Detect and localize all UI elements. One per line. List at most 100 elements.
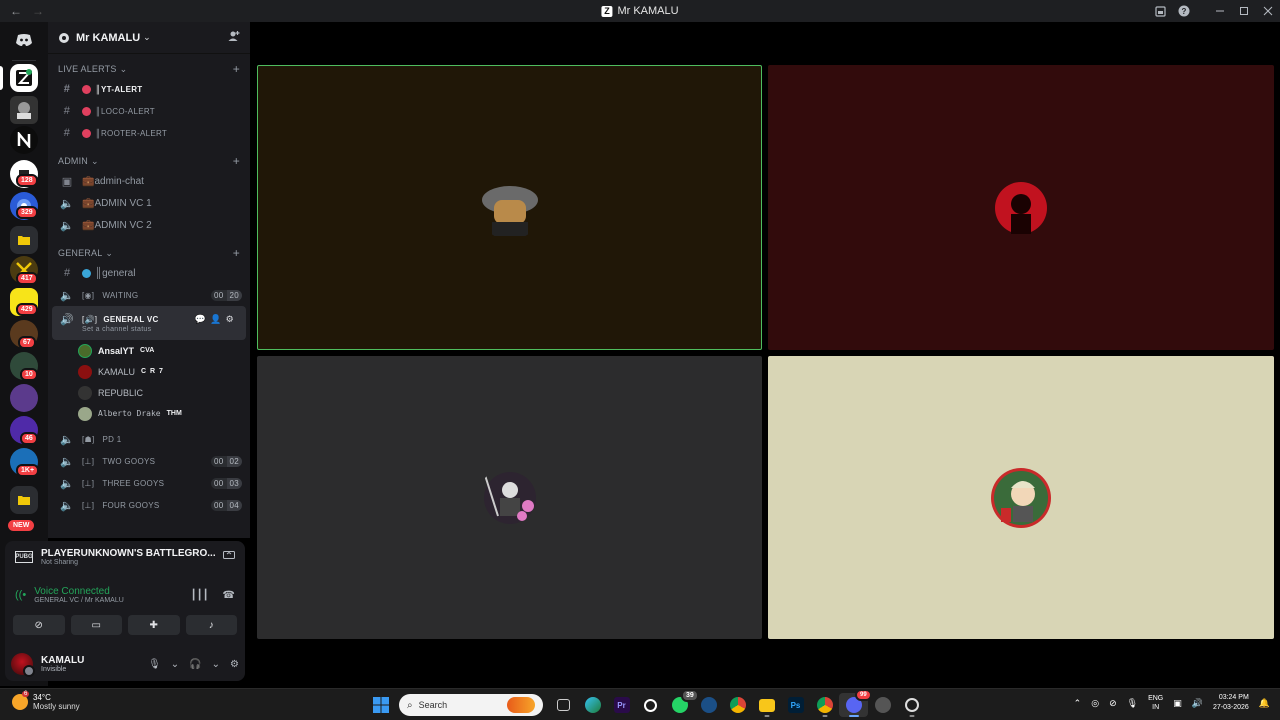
channel-three-gooys[interactable]: 🔈 [⊥] THREE GOOYS 00 03 — [48, 472, 250, 494]
server-header[interactable]: Mr KAMALU ⌄ — [48, 22, 250, 54]
steam-icon[interactable] — [694, 693, 723, 717]
voice-location[interactable]: GENERAL VC / Mr KAMALU — [34, 597, 124, 604]
discord-taskbar-icon[interactable]: 99 — [839, 689, 872, 717]
activities-button[interactable]: ✚ — [128, 615, 180, 635]
channel-general[interactable]: # ║general — [48, 262, 250, 284]
clock-time: 03:24 PM — [1218, 694, 1249, 701]
screen-share-button[interactable]: ▭ — [70, 615, 122, 635]
channel-waiting[interactable]: 🔈 [◉] WAITING 00 20 — [48, 284, 250, 306]
server-10-icon[interactable] — [10, 384, 38, 412]
window-title-text: Mr KAMALU — [617, 5, 679, 17]
chevron-down-icon[interactable]: ⌄ — [212, 659, 220, 670]
chevron-down-icon[interactable]: ⌄ — [171, 659, 179, 670]
game-activity: PUBG PLAYERUNKNOWN'S BATTLEGRO... Not Sh… — [5, 541, 245, 573]
user-limit-counts: 00 20 — [211, 289, 242, 301]
minimize-icon[interactable] — [1208, 0, 1232, 22]
add-member-icon[interactable] — [228, 30, 240, 45]
channel-loco-alert[interactable]: # ║LOCO-ALERT — [48, 100, 250, 122]
volume-icon[interactable]: 🔊 — [1192, 698, 1203, 709]
noise-suppression-icon[interactable]: ┃┃┃ — [190, 590, 208, 601]
photoshop-icon[interactable]: Ps — [781, 693, 810, 717]
edge-icon[interactable] — [578, 693, 607, 717]
channel-admin-chat[interactable]: ▣ 💼admin-chat — [48, 170, 250, 192]
add-channel-icon[interactable]: + — [233, 246, 240, 260]
tray-app-icon[interactable]: ◎ — [1091, 698, 1099, 709]
app-crosshair-icon[interactable] — [636, 693, 665, 717]
stream-game-icon[interactable] — [223, 550, 235, 564]
taskbar-search[interactable]: ⌕ Search — [399, 694, 543, 716]
voice-user-kamalu[interactable]: KAMALU C R 7 — [48, 361, 250, 382]
microphone-tray-icon[interactable]: 🎙 — [1127, 698, 1138, 709]
voice-channel-icon: 🔈 — [60, 455, 74, 468]
channel-admin-vc1[interactable]: 🔈 💼ADMIN VC 1 — [48, 192, 250, 214]
user-limit-counts: 00 04 — [211, 499, 242, 511]
channel-status[interactable]: Set a channel status — [82, 326, 151, 333]
channel-yt-alert[interactable]: # ║YT-ALERT — [48, 78, 250, 100]
gear-icon[interactable]: ⚙ — [226, 314, 234, 325]
discord-home-icon[interactable] — [10, 26, 38, 54]
app-record-icon[interactable] — [897, 693, 926, 717]
channel-general-vc[interactable]: 🔊 [🔊] GENERAL VC 💬 👤 ⚙ Set a channel sta… — [52, 306, 246, 340]
category-live-alerts[interactable]: LIVE ALERTS ⌄ + — [48, 60, 250, 78]
server-2-icon[interactable] — [10, 96, 38, 124]
voice-user-republic[interactable]: REPUBLIC — [48, 382, 250, 403]
game-helmet-icon[interactable] — [868, 693, 897, 717]
soundboard-button[interactable]: ♪ — [185, 615, 237, 635]
premiere-pro-icon[interactable]: Pr — [607, 693, 636, 717]
network-off-icon[interactable]: ⊘ — [1109, 698, 1117, 709]
chat-bubble-icon[interactable]: 💬 — [195, 314, 207, 325]
clock[interactable]: 03:24 PM 27-03-2026 — [1213, 693, 1249, 713]
weather-widget[interactable]: 6 34°C Mostly sunny — [12, 691, 80, 711]
forward-arrow-icon[interactable]: → — [32, 4, 44, 18]
add-channel-icon[interactable]: + — [233, 154, 240, 168]
channel-two-gooys[interactable]: 🔈 [⊥] TWO GOOYS 00 02 — [48, 450, 250, 472]
server-3-icon[interactable] — [10, 126, 38, 154]
chrome-profile-icon[interactable] — [810, 693, 839, 717]
red-dot-icon — [82, 128, 91, 138]
video-tile-3[interactable] — [257, 356, 762, 639]
network-icon[interactable]: ▣ — [1173, 698, 1182, 709]
windows-start-icon[interactable] — [366, 693, 395, 717]
channel-admin-vc2[interactable]: 🔈 💼ADMIN VC 2 — [48, 214, 250, 236]
category-general[interactable]: GENERAL ⌄ + — [48, 244, 250, 262]
file-explorer-icon[interactable] — [752, 693, 781, 717]
channel-four-gooys[interactable]: 🔈 [⊥] FOUR GOOYS 00 04 — [48, 494, 250, 516]
category-admin[interactable]: ADMIN ⌄ + — [48, 152, 250, 170]
language-indicator[interactable]: ENG IN — [1148, 694, 1163, 712]
gear-icon[interactable]: ⚙ — [230, 659, 239, 670]
channel-rooter-alert[interactable]: # ║ROOTER-ALERT — [48, 122, 250, 144]
voice-user-ansalyt[interactable]: AnsalYT CVA — [48, 340, 250, 361]
back-arrow-icon[interactable]: ← — [10, 4, 22, 18]
server-active-icon[interactable] — [10, 64, 38, 92]
add-channel-icon[interactable]: + — [233, 62, 240, 76]
task-view-icon[interactable] — [549, 693, 578, 717]
inbox-icon[interactable] — [1148, 0, 1172, 22]
voice-user-alberto[interactable]: Alberto Drake THM — [48, 403, 250, 424]
video-tile-2[interactable] — [768, 65, 1274, 350]
running-indicator — [764, 715, 769, 717]
notification-icon[interactable]: 🔔 — [1259, 698, 1270, 709]
camera-off-button[interactable]: ⊘ — [13, 615, 65, 635]
chevron-up-icon[interactable]: ⌃ — [1074, 698, 1082, 709]
close-icon[interactable] — [1256, 0, 1280, 22]
whatsapp-icon[interactable]: 39 — [665, 689, 699, 717]
account-name[interactable]: KAMALU — [41, 655, 84, 666]
maximize-icon[interactable] — [1232, 0, 1256, 22]
user-tag: C R 7 — [141, 368, 164, 375]
microphone-icon[interactable]: 🎙 — [148, 659, 161, 670]
signal-icon[interactable]: ((• — [15, 589, 26, 601]
channel-label: PD 1 — [102, 434, 122, 444]
voice-status[interactable]: Voice Connected — [34, 586, 124, 597]
chrome-icon[interactable] — [723, 693, 752, 717]
disconnect-icon[interactable]: ☎ — [223, 590, 235, 601]
folder-1-icon[interactable] — [10, 226, 38, 254]
avatar[interactable] — [11, 653, 35, 677]
folder-2-icon[interactable] — [10, 486, 38, 514]
headphones-icon[interactable]: 🎧 — [189, 659, 201, 670]
video-tile-1[interactable] — [257, 65, 762, 350]
avatar — [481, 185, 538, 236]
channel-pd1[interactable]: 🔈 [☗] PD 1 — [48, 428, 250, 450]
invite-icon[interactable]: 👤 — [210, 314, 222, 325]
help-icon[interactable]: ? — [1172, 0, 1196, 22]
video-tile-4[interactable] — [768, 356, 1274, 639]
